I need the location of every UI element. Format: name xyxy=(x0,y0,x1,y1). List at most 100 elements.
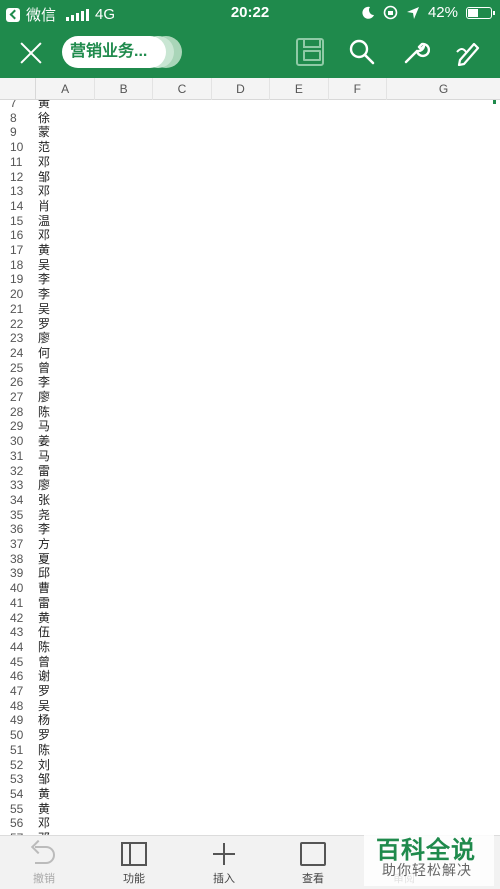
insert-button[interactable]: 插入 xyxy=(194,842,254,886)
cell-a[interactable]: 罗 xyxy=(38,684,64,699)
cell-a[interactable]: 温 xyxy=(38,214,64,229)
cell-a[interactable]: 黄 xyxy=(38,611,64,626)
cell-a[interactable]: 黄 xyxy=(38,802,64,817)
row-number[interactable]: 24 xyxy=(0,346,38,361)
table-row[interactable]: 41 雷 xyxy=(0,596,74,611)
row-number[interactable]: 54 xyxy=(0,787,38,802)
row-number[interactable]: 20 xyxy=(0,287,38,302)
row-number[interactable]: 34 xyxy=(0,493,38,508)
table-row[interactable]: 18 吴 xyxy=(0,258,74,273)
row-number[interactable]: 40 xyxy=(0,581,38,596)
row-number[interactable]: 12 xyxy=(0,170,38,185)
column-header[interactable]: C xyxy=(153,78,212,100)
table-row[interactable]: 38 夏 xyxy=(0,552,74,567)
wrench-icon[interactable] xyxy=(402,38,430,66)
cell-a[interactable]: 徐 xyxy=(38,111,64,126)
cell-a[interactable]: 姜 xyxy=(38,434,64,449)
table-row[interactable]: 54 黄 xyxy=(0,787,74,802)
table-row[interactable]: 10 范 xyxy=(0,140,74,155)
cell-a[interactable]: 吴 xyxy=(38,258,64,273)
row-number[interactable]: 25 xyxy=(0,361,38,376)
document-title[interactable]: 营销业务... xyxy=(62,36,166,68)
cell-a[interactable]: 杨 xyxy=(38,713,64,728)
row-number[interactable]: 42 xyxy=(0,611,38,626)
row-number[interactable]: 7 xyxy=(0,100,38,111)
cell-a[interactable]: 张 xyxy=(38,493,64,508)
cell-a[interactable]: 邹 xyxy=(38,170,64,185)
row-number[interactable]: 28 xyxy=(0,405,38,420)
cell-a[interactable]: 曾 xyxy=(38,655,64,670)
cell-a[interactable]: 邹 xyxy=(38,772,64,787)
row-number[interactable]: 37 xyxy=(0,537,38,552)
row-number[interactable]: 56 xyxy=(0,816,38,831)
cell-a[interactable]: 廖 xyxy=(38,390,64,405)
cell-a[interactable]: 邓 xyxy=(38,155,64,170)
cell-a[interactable]: 李 xyxy=(38,375,64,390)
table-row[interactable]: 37 方 xyxy=(0,537,74,552)
row-number[interactable]: 49 xyxy=(0,713,38,728)
table-row[interactable]: 35 尧 xyxy=(0,508,74,523)
save-icon[interactable] xyxy=(296,38,324,66)
row-number[interactable]: 46 xyxy=(0,669,38,684)
row-number[interactable]: 15 xyxy=(0,214,38,229)
table-row[interactable]: 29 马 xyxy=(0,419,74,434)
table-row[interactable]: 11 邓 xyxy=(0,155,74,170)
table-row[interactable]: 19 李 xyxy=(0,272,74,287)
table-row[interactable]: 8徐 xyxy=(0,111,74,126)
cell-a[interactable]: 曹 xyxy=(38,581,64,596)
row-number[interactable]: 30 xyxy=(0,434,38,449)
row-number[interactable]: 11 xyxy=(0,155,38,170)
cell-a[interactable]: 邓 xyxy=(38,228,64,243)
cell-a[interactable]: 马 xyxy=(38,419,64,434)
row-number[interactable]: 43 xyxy=(0,625,38,640)
table-row[interactable]: 31 马 xyxy=(0,449,74,464)
close-icon[interactable] xyxy=(16,38,46,68)
column-header[interactable]: D xyxy=(212,78,271,100)
cell-a[interactable]: 谢 xyxy=(38,669,64,684)
table-row[interactable]: 30 姜 xyxy=(0,434,74,449)
table-row[interactable]: 46 谢 xyxy=(0,669,74,684)
row-number[interactable]: 10 xyxy=(0,140,38,155)
row-number[interactable]: 44 xyxy=(0,640,38,655)
row-number[interactable]: 55 xyxy=(0,802,38,817)
table-row[interactable]: 34 张 xyxy=(0,493,74,508)
row-number[interactable]: 36 xyxy=(0,522,38,537)
cell-a[interactable]: 陈 xyxy=(38,405,64,420)
cell-a[interactable]: 蒙 xyxy=(38,125,64,140)
row-number[interactable]: 32 xyxy=(0,464,38,479)
row-number[interactable]: 17 xyxy=(0,243,38,258)
cell-a[interactable]: 罗 xyxy=(38,317,64,332)
view-button[interactable]: 查看 xyxy=(283,842,343,886)
cell-a[interactable]: 李 xyxy=(38,272,64,287)
table-row[interactable]: 20 李 xyxy=(0,287,74,302)
table-row[interactable]: 16 邓 xyxy=(0,228,74,243)
table-row[interactable]: 40 曹 xyxy=(0,581,74,596)
cell-a[interactable]: 方 xyxy=(38,537,64,552)
cell-a[interactable]: 吴 xyxy=(38,699,64,714)
table-row[interactable]: 22 罗 xyxy=(0,317,74,332)
cell-a[interactable]: 廖 xyxy=(38,331,64,346)
table-row[interactable]: 33 廖 xyxy=(0,478,74,493)
row-number[interactable]: 50 xyxy=(0,728,38,743)
row-number[interactable]: 47 xyxy=(0,684,38,699)
row-number[interactable]: 35 xyxy=(0,508,38,523)
row-number[interactable]: 51 xyxy=(0,743,38,758)
cell-a[interactable]: 李 xyxy=(38,287,64,302)
row-number[interactable]: 19 xyxy=(0,272,38,287)
table-row[interactable]: 32 雷 xyxy=(0,464,74,479)
cell-a[interactable]: 肖 xyxy=(38,199,64,214)
cell-a[interactable]: 廖 xyxy=(38,478,64,493)
row-number[interactable]: 38 xyxy=(0,552,38,567)
pen-icon[interactable] xyxy=(454,38,482,66)
row-number[interactable]: 8 xyxy=(0,111,38,126)
row-number[interactable]: 31 xyxy=(0,449,38,464)
table-row[interactable]: 42 黄 xyxy=(0,611,74,626)
table-row[interactable]: 25 曾 xyxy=(0,361,74,376)
cell-a[interactable]: 刘 xyxy=(38,758,64,773)
table-row[interactable]: 12 邹 xyxy=(0,170,74,185)
cell-a[interactable]: 陈 xyxy=(38,640,64,655)
table-row[interactable]: 27 廖 xyxy=(0,390,74,405)
table-row[interactable]: 17 黄 xyxy=(0,243,74,258)
table-row[interactable]: 28 陈 xyxy=(0,405,74,420)
table-row[interactable]: 36 李 xyxy=(0,522,74,537)
